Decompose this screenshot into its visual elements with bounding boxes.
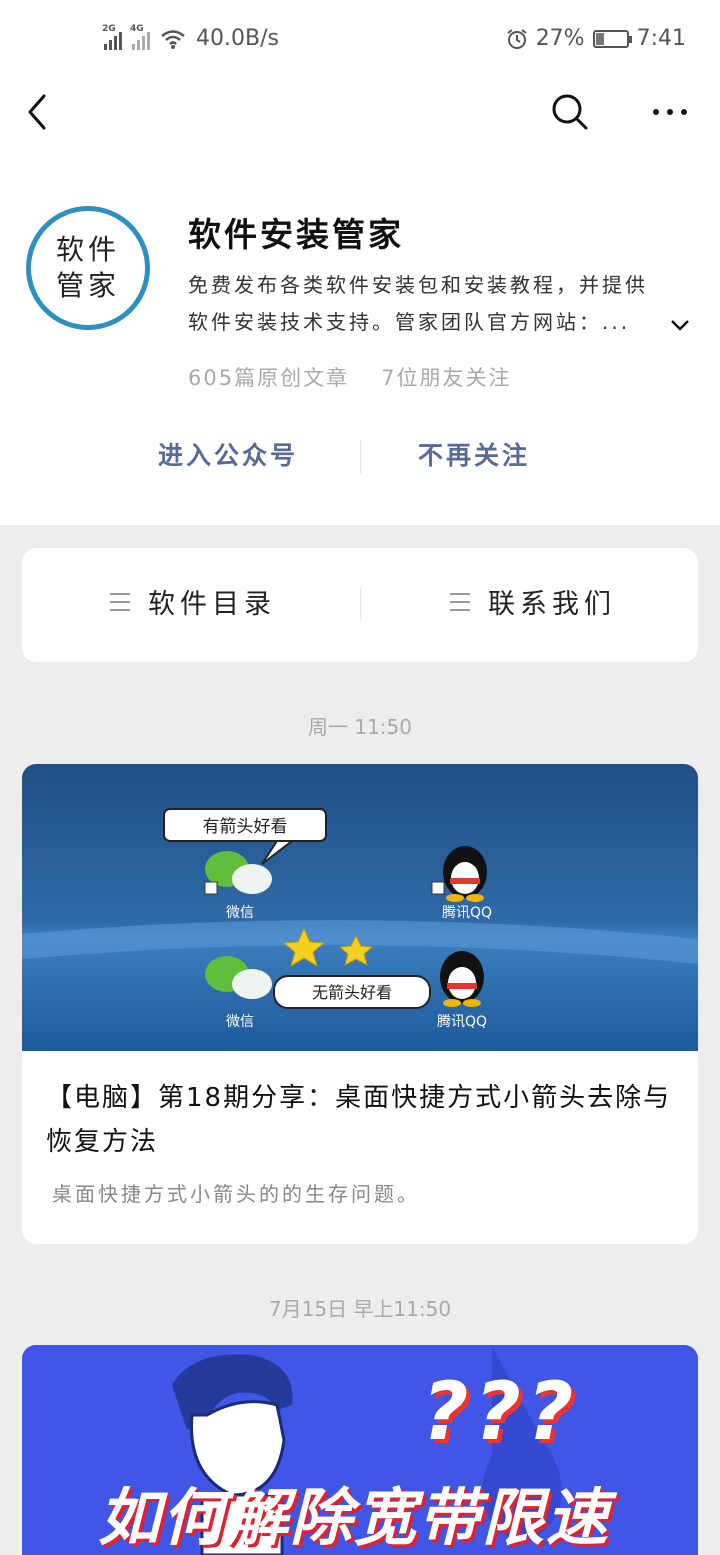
friends-following-count: 7位朋友关注	[381, 366, 512, 390]
original-articles-count: 605篇原创文章	[188, 366, 350, 390]
battery-percent: 27%	[535, 26, 585, 51]
network-type-2: 4G	[130, 23, 144, 34]
alarm-icon	[507, 28, 527, 49]
wifi-icon	[161, 29, 185, 49]
article-cover-image[interactable]: 有箭头好看 微信 腾讯QQ 微信 无箭头好看 腾讯QQ	[22, 764, 698, 1051]
icon-label-qq: 腾讯QQ	[437, 1013, 487, 1030]
bubble-bottom-text: 无箭头好看	[312, 983, 392, 1002]
network-type-1: 2G	[102, 23, 116, 34]
top-bar	[0, 80, 720, 150]
avatar-text-line1: 软件	[55, 233, 120, 266]
battery-icon	[592, 29, 632, 48]
avatar: 软件 管家	[26, 206, 150, 330]
clock: 7:41	[636, 26, 686, 51]
menu-item-label: 联系我们	[488, 589, 616, 620]
account-stats: 605篇原创文章 7位朋友关注	[188, 362, 511, 392]
network-speed: 40.0B/s	[196, 26, 279, 51]
account-profile: 软件 管家 软件安装管家 免费发布各类软件安装包和安装教程，并提供 软件安装技术…	[0, 150, 720, 525]
more-icon[interactable]	[648, 92, 692, 132]
question-marks: ???	[422, 1365, 580, 1458]
enter-account-button[interactable]: 进入公众号	[158, 436, 298, 472]
menu-item-label: 软件目录	[148, 589, 276, 620]
account-actions: 进入公众号 不再关注	[0, 426, 720, 486]
account-name: 软件安装管家	[188, 215, 404, 254]
signal-icon: 4G	[130, 24, 150, 50]
divider	[360, 440, 361, 474]
message-timestamp: 7月15日 早上11:50	[268, 1297, 452, 1321]
avatar-text-line2: 管家	[55, 269, 120, 302]
icon-label-qq: 腾讯QQ	[442, 904, 492, 921]
description-line: 软件安装技术支持。管家团队官方网站：...	[188, 310, 631, 334]
menu-item-contact-us[interactable]: 联系我们	[450, 582, 616, 621]
icon-label-wechat: 微信	[226, 905, 254, 921]
message-timestamp: 周一 11:50	[308, 715, 412, 739]
account-description[interactable]: 免费发布各类软件安装包和安装教程，并提供 软件安装技术支持。管家团队官方网站：.…	[188, 267, 698, 341]
back-arrow-icon[interactable]	[22, 92, 58, 132]
status-right: 27% 7:41	[506, 26, 686, 51]
search-icon[interactable]	[550, 92, 590, 132]
icon-label-wechat: 微信	[226, 1014, 254, 1030]
article-title[interactable]: 【电脑】第18期分享：桌面快捷方式小箭头去除与恢复方法	[46, 1076, 686, 1164]
bubble-top-text: 有箭头好看	[203, 817, 288, 837]
cover-headline: 如何解除宽带限速	[98, 1481, 611, 1554]
unfollow-button[interactable]: 不再关注	[418, 436, 530, 472]
description-line: 免费发布各类软件安装包和安装教程，并提供	[188, 273, 648, 297]
divider	[360, 588, 361, 622]
signal-icon: 2G	[102, 24, 122, 50]
account-menu: 软件目录 联系我们	[22, 548, 698, 662]
menu-item-software-catalog[interactable]: 软件目录	[110, 582, 276, 621]
chevron-down-icon[interactable]	[670, 318, 690, 332]
article-summary: 桌面快捷方式小箭头的的生存问题。	[52, 1182, 420, 1206]
article-card[interactable]: 有箭头好看 微信 腾讯QQ 微信 无箭头好看 腾讯QQ 【电脑】第18期分享：桌…	[22, 764, 698, 1244]
status-bar: 2G 4G 40.0B/s 27% 7:41	[0, 0, 720, 80]
battery-fill	[595, 32, 604, 45]
status-left: 2G 4G 40.0B/s	[102, 24, 279, 52]
article-card[interactable]: ??? 如何解除宽带限速	[22, 1345, 698, 1555]
menu-list-icon	[110, 592, 130, 611]
menu-list-icon	[450, 592, 470, 611]
